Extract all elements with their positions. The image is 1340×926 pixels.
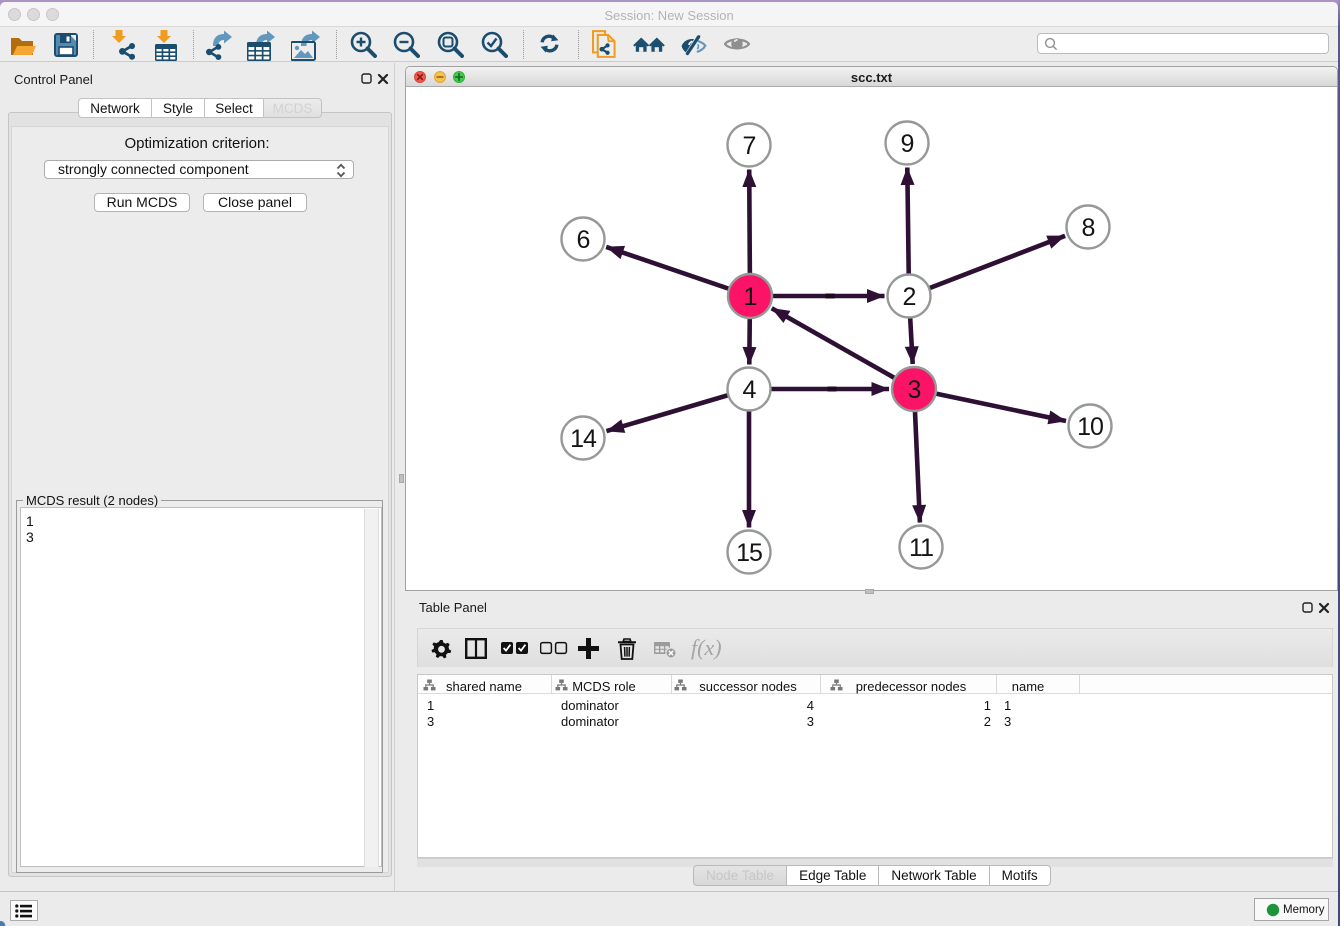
svg-text:7: 7 xyxy=(743,132,756,160)
svg-text:6: 6 xyxy=(577,226,590,254)
svg-text:8: 8 xyxy=(1082,214,1095,242)
svg-text:1: 1 xyxy=(744,283,757,311)
svg-text:15: 15 xyxy=(736,539,762,567)
svg-text:4: 4 xyxy=(743,376,757,404)
svg-text:14: 14 xyxy=(570,425,597,453)
svg-text:2: 2 xyxy=(903,283,916,311)
svg-text:11: 11 xyxy=(909,534,933,562)
svg-text:3: 3 xyxy=(908,376,921,404)
svg-text:10: 10 xyxy=(1077,413,1103,441)
svg-text:9: 9 xyxy=(901,130,914,158)
